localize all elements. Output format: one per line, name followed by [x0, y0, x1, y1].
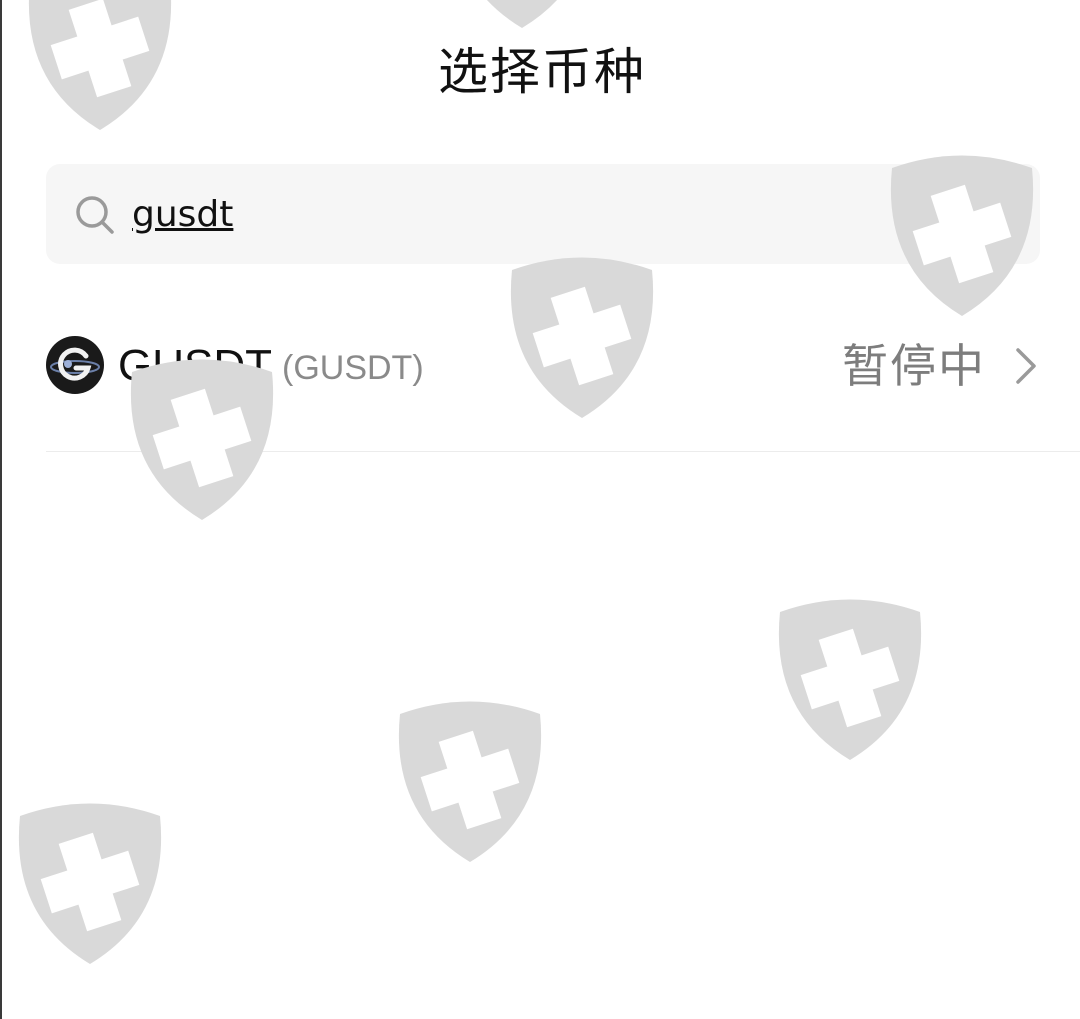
page-title: 选择币种: [438, 43, 646, 101]
coin-list-item[interactable]: GUSDT (GUSDT) 暂停中: [46, 300, 1080, 452]
close-icon[interactable]: [970, 196, 1006, 232]
shield-cross-icon: [778, 599, 922, 760]
chevron-right-icon: [1016, 348, 1036, 384]
coin-select-screen: 选择币种 GUSDT (GUSDT) 暂停中: [0, 0, 1080, 1019]
gusdt-logo-icon: [46, 336, 104, 394]
status-badge: 暂停中: [842, 339, 986, 393]
search-icon: [76, 196, 114, 234]
coin-symbol: (GUSDT): [282, 349, 424, 387]
shield-cross-icon: [398, 701, 542, 862]
shield-cross-icon: [18, 803, 162, 964]
coin-name: GUSDT: [118, 341, 272, 390]
search-input[interactable]: [132, 188, 932, 240]
header: 选择币种: [2, 0, 1080, 150]
search-bar: [46, 164, 1040, 264]
